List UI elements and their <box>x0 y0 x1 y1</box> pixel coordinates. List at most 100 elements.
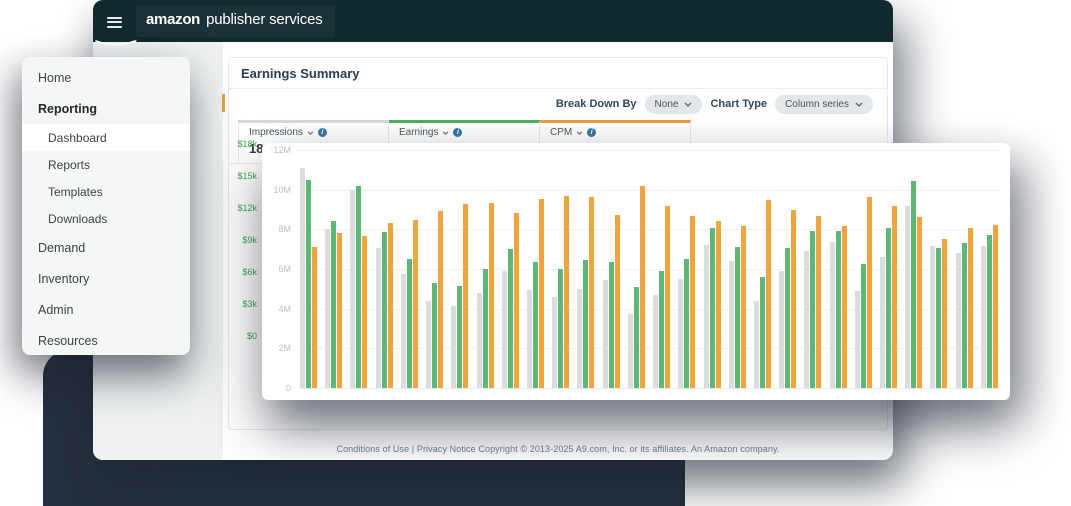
sidebar-item-admin[interactable]: Admin <box>22 294 190 325</box>
bar-group <box>577 150 594 388</box>
bar-earnings <box>331 221 336 388</box>
amazon-smile-icon <box>95 39 139 48</box>
bar-impressions <box>678 279 683 388</box>
bar-group <box>653 150 670 388</box>
sidebar-item-demand[interactable]: Demand <box>22 232 190 263</box>
sidebar-item-inventory[interactable]: Inventory <box>22 263 190 294</box>
bar-earnings <box>785 248 790 388</box>
bar-group <box>956 150 973 388</box>
bar-group <box>300 150 317 388</box>
sidebar-item-downloads[interactable]: Downloads <box>22 205 190 232</box>
bar-impressions <box>401 274 406 388</box>
sidebar-item-dashboard[interactable]: Dashboard <box>22 124 190 151</box>
chart-y-tick: 4M <box>262 304 291 314</box>
sidebar-item-reporting[interactable]: Reporting <box>22 93 190 124</box>
chart-y-tick: 8M <box>262 224 291 234</box>
nav-active-indicator <box>222 94 225 112</box>
bar-cpm <box>993 225 998 388</box>
bar-cpm <box>741 226 746 388</box>
bar-group <box>905 150 922 388</box>
bar-impressions <box>376 248 381 388</box>
bar-cpm <box>640 186 645 388</box>
bar-cpm <box>388 223 393 388</box>
chart-type-select[interactable]: Column series <box>775 95 873 114</box>
bar-earnings <box>558 269 563 388</box>
bar-cpm <box>539 199 544 388</box>
menu-toggle-button[interactable] <box>107 17 122 28</box>
navigation-menu: HomeReportingDashboardReportsTemplatesDo… <box>22 57 190 355</box>
page: amazon publisher services Earnings Summa… <box>0 0 1071 506</box>
bar-earnings <box>735 247 740 388</box>
bar-impressions <box>855 291 860 388</box>
bar-earnings <box>810 231 815 388</box>
sidebar-item-home[interactable]: Home <box>22 62 190 93</box>
bar-impressions <box>502 271 507 388</box>
bar-cpm <box>791 210 796 389</box>
bg-axis-tick: $12k <box>231 203 257 213</box>
bar-impressions <box>628 314 633 388</box>
bar-earnings <box>609 262 614 388</box>
bg-axis-tick: $9k <box>231 235 257 245</box>
bar-impressions <box>603 280 608 388</box>
card-title: Earnings Summary <box>229 58 887 89</box>
breakdown-select[interactable]: None <box>645 95 703 114</box>
bar-cpm <box>463 204 468 388</box>
bar-cpm <box>438 211 443 389</box>
chevron-down-icon <box>442 131 449 135</box>
bar-cpm <box>942 239 947 388</box>
bar-group <box>930 150 947 388</box>
bar-group <box>502 150 519 388</box>
info-icon[interactable]: i <box>318 128 327 137</box>
metric-dropdown[interactable]: Impressions i <box>249 127 378 138</box>
bar-earnings <box>710 228 715 388</box>
bar-impressions <box>300 168 305 388</box>
bar-cpm <box>917 217 922 388</box>
aps-logo[interactable]: amazon publisher services <box>136 5 335 37</box>
bar-group <box>678 150 695 388</box>
bar-group <box>350 150 367 388</box>
sidebar-item-reports[interactable]: Reports <box>22 151 190 178</box>
bar-cpm <box>489 203 494 388</box>
bar-cpm <box>690 216 695 388</box>
metric-dropdown[interactable]: CPM i <box>550 127 680 138</box>
bar-cpm <box>413 220 418 388</box>
bar-cpm <box>337 233 342 388</box>
bar-group <box>729 150 746 388</box>
bar-group <box>426 150 443 388</box>
bar-impressions <box>830 242 835 388</box>
bar-impressions <box>704 245 709 388</box>
bar-earnings <box>684 259 689 388</box>
bar-group <box>401 150 418 388</box>
app-header: amazon publisher services <box>93 0 893 42</box>
info-icon[interactable]: i <box>587 128 596 137</box>
sidebar-item-resources[interactable]: Resources <box>22 325 190 356</box>
bar-group <box>704 150 721 388</box>
bar-group <box>552 150 569 388</box>
bar-earnings <box>533 262 538 388</box>
bar-earnings <box>861 264 866 388</box>
sidebar-item-templates[interactable]: Templates <box>22 178 190 205</box>
bar-earnings <box>836 231 841 388</box>
footer-legal-text: Conditions of Use | Privacy Notice Copyr… <box>223 444 893 454</box>
bar-earnings <box>356 186 361 388</box>
bar-group <box>855 150 872 388</box>
publisher-services-wordmark: publisher services <box>206 11 322 28</box>
bg-axis-tick: $6k <box>231 267 257 277</box>
info-icon[interactable]: i <box>453 128 462 137</box>
amazon-wordmark: amazon <box>146 11 200 28</box>
bar-earnings <box>432 283 437 388</box>
metric-dropdown[interactable]: Earnings i <box>399 127 529 138</box>
chevron-down-icon <box>684 102 692 107</box>
chart-y-tick: 10M <box>262 185 291 195</box>
bar-impressions <box>426 301 431 388</box>
bar-cpm <box>867 197 872 388</box>
bar-impressions <box>779 271 784 388</box>
bar-earnings <box>936 248 941 388</box>
chevron-down-icon <box>307 131 314 135</box>
bar-group <box>376 150 393 388</box>
bar-earnings <box>508 249 513 388</box>
chart-type-value: Column series <box>785 99 849 110</box>
bar-earnings <box>483 269 488 388</box>
chart-y-tick: 12M <box>262 145 291 155</box>
bar-group <box>628 150 645 388</box>
